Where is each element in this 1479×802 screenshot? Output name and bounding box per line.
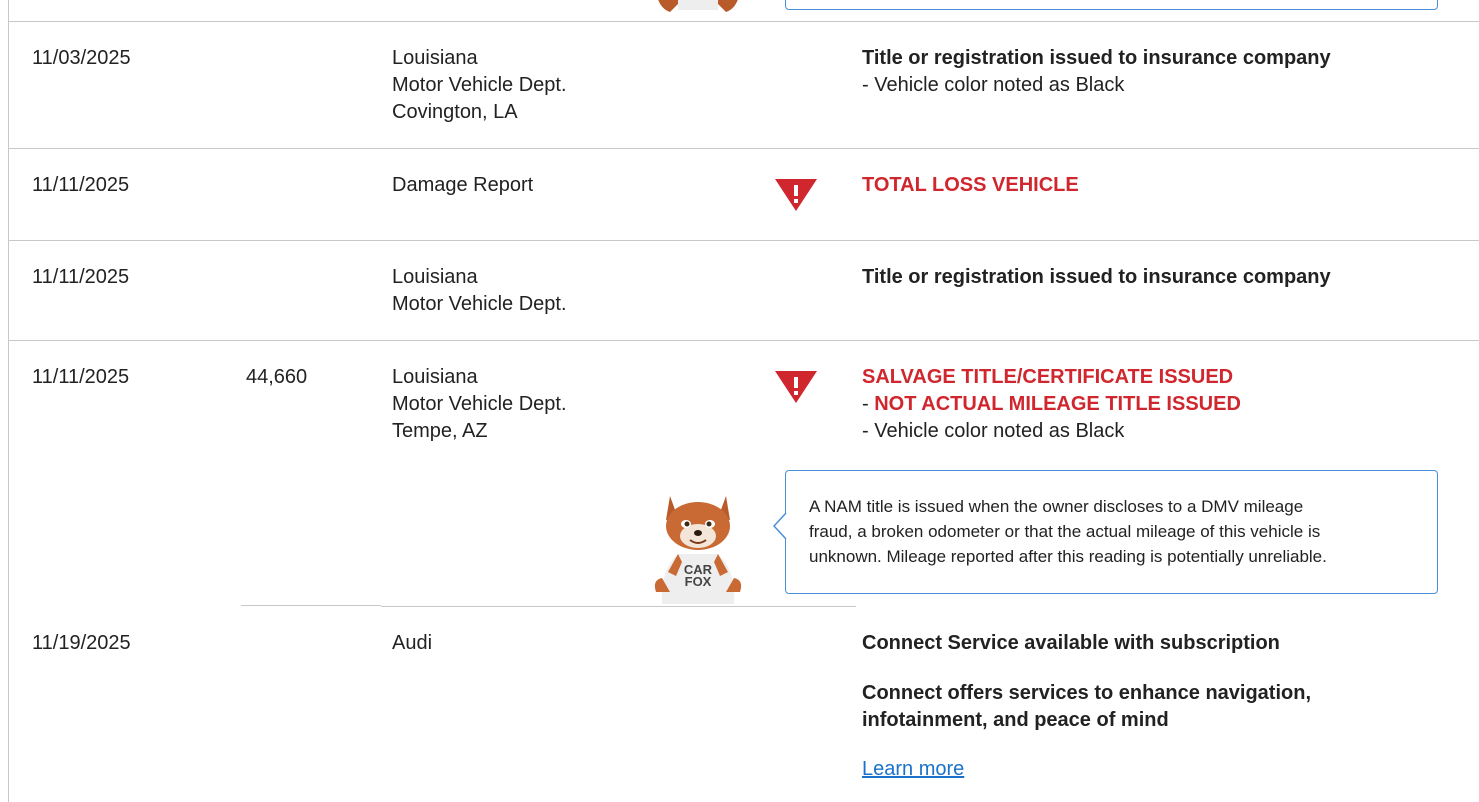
carfox-mascot-prev: FOX	[658, 0, 738, 12]
alert-nam-line: - NOT ACTUAL MILEAGE TITLE ISSUED	[862, 391, 1241, 418]
row-source-line: Audi	[392, 632, 433, 654]
callout-line: fraud, a broken odometer or that the act…	[809, 522, 1321, 541]
row-date: 11/11/2025	[32, 266, 130, 288]
row-date: 11/11/2025	[32, 174, 130, 196]
row-source-line: Covington, LA	[392, 101, 518, 123]
alert-nam-prefix: -	[862, 393, 875, 415]
row-comment-line: - Vehicle color noted as Black	[862, 74, 1125, 96]
row-source-line: Motor Vehicle Dept.	[392, 293, 567, 315]
mascot-shirt-line2: FOX	[685, 574, 712, 589]
warning-triangle-icon	[775, 371, 817, 403]
row-source-line: Louisiana	[392, 47, 478, 69]
row-source-line: Louisiana	[392, 366, 478, 388]
row-divider	[381, 606, 856, 607]
row-comment-title: Connect Service available with subscript…	[862, 632, 1280, 654]
row-divider	[8, 148, 1479, 149]
callout-line: A NAM title is issued when the owner dis…	[809, 497, 1304, 516]
row-comment-title: Title or registration issued to insuranc…	[862, 47, 1331, 69]
carfox-mascot: CAR FOX	[654, 496, 742, 604]
row-date: 11/19/2025	[32, 632, 131, 654]
row-source-line: Motor Vehicle Dept.	[392, 393, 567, 415]
row-divider	[8, 240, 1479, 241]
row-comment-title: Title or registration issued to insuranc…	[862, 266, 1331, 288]
warning-triangle-icon	[775, 179, 817, 211]
row-divider	[8, 21, 1479, 22]
callout-pointer	[773, 513, 787, 539]
row-source-line: Motor Vehicle Dept.	[392, 74, 567, 96]
row-source-line: Tempe, AZ	[392, 420, 488, 442]
callout-line: unknown. Mileage reported after this rea…	[809, 547, 1327, 566]
alert-salvage-title: SALVAGE TITLE/CERTIFICATE ISSUED	[862, 366, 1234, 388]
row-divider	[8, 340, 1479, 341]
row-source-line: Damage Report	[392, 174, 534, 196]
row-divider	[241, 605, 381, 606]
row-source-line: Louisiana	[392, 266, 478, 288]
alert-total-loss: TOTAL LOSS VEHICLE	[862, 174, 1079, 196]
row-comment-subtitle: Connect offers services to enhance navig…	[862, 682, 1312, 704]
row-date: 11/11/2025	[32, 366, 130, 388]
alert-nam-title: NOT ACTUAL MILEAGE TITLE ISSUED	[874, 393, 1241, 415]
row-date: 11/03/2025	[32, 47, 131, 69]
row-mileage: 44,660	[246, 366, 308, 388]
row-comment-subtitle: infotainment, and peace of mind	[862, 709, 1169, 731]
learn-more-link[interactable]: Learn more	[862, 756, 964, 783]
prev-callout-remnant	[785, 0, 1438, 10]
row-comment-line: - Vehicle color noted as Black	[862, 420, 1125, 442]
